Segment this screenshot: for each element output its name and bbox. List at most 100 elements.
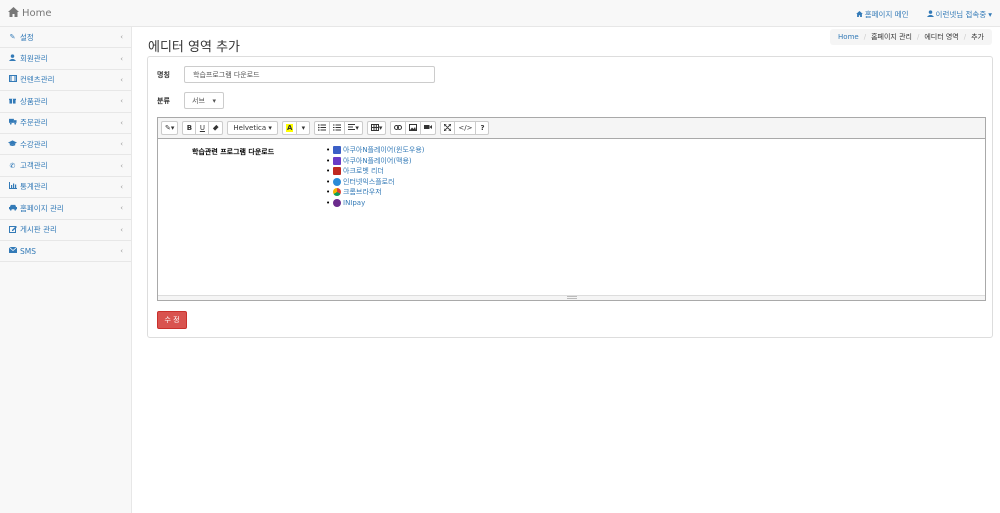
breadcrumb-home[interactable]: Home [838,33,859,41]
content-title: 학습관련 프로그램 다운로드 [192,148,275,156]
brand-label: Home [22,8,52,19]
editor-resize-bar[interactable] [158,295,985,300]
font-family-dropdown[interactable]: Helvetica ▾ [227,121,278,135]
resize-grip-icon[interactable] [567,296,577,299]
fullscreen-button[interactable] [440,121,456,135]
sidebar-item-contents[interactable]: 컨텐츠관리 ‹ [0,70,131,92]
sidebar-item-label: 컨텐츠관리 [20,75,55,85]
bold-button[interactable]: B [182,121,197,135]
sidebar-item-settings[interactable]: ✎ 설정 ‹ [0,27,131,49]
code-icon: </> [458,124,473,132]
caret-down-icon: ▾ [378,124,383,132]
sidebar-item-label: 게시판 관리 [20,225,57,235]
top-navbar: Home 홈페이지 메인 이런넷님 접속중 ▾ [0,0,1000,27]
internet-explorer-icon [333,177,341,186]
image-button[interactable] [405,121,422,135]
download-item-ie[interactable]: • 인터넷익스플로러 [326,177,425,188]
homepage-main-link[interactable]: 홈페이지 메인 [855,9,909,20]
home-icon [8,7,19,20]
chevron-left-icon: ‹ [120,54,123,63]
chevron-left-icon: ‹ [120,161,123,170]
help-label: ? [480,124,485,132]
sidebar-item-courses[interactable]: 수강관리 ‹ [0,134,131,156]
phone-icon: ✆ [9,161,16,170]
download-item-chrome[interactable]: • 크롬브라우저 [326,187,425,198]
unordered-list-button[interactable] [314,121,331,135]
download-item-inipay[interactable]: • INIpay [326,198,425,209]
sidebar-item-members[interactable]: 회원관리 ‹ [0,48,131,70]
category-selected-value: 서브 [192,96,205,105]
sidebar-item-label: 홈페이지 관리 [20,203,64,213]
sidebar-item-label: 고객관리 [20,161,48,171]
editor-content-area[interactable]: 학습관련 프로그램 다운로드 • 아쿠아N플레이어(윈도우용) • 아쿠아N플레… [158,139,985,296]
caret-down-icon: ▾ [268,124,272,132]
table-dropdown[interactable]: ▾ [366,121,387,135]
chevron-left-icon: ‹ [120,247,123,256]
acrobat-icon [333,167,341,176]
download-item-aqua-windows[interactable]: • 아쿠아N플레이어(윈도우용) [326,145,425,156]
style-button[interactable]: ✎ ▾ [161,121,179,135]
download-label: 인터넷익스플로러 [343,177,395,186]
ordered-list-button[interactable] [329,121,346,135]
font-color-label: A [285,124,294,132]
category-label: 분류 [157,97,170,105]
homepage-main-label: 홈페이지 메인 [864,10,909,19]
gift-icon [8,97,17,106]
sidebar-item-label: 설정 [20,32,34,42]
font-family-label: Helvetica [233,124,267,132]
ordered-list-icon [333,124,342,133]
brand-link[interactable]: Home [8,7,52,20]
truck-icon [8,118,17,127]
sidebar-item-products[interactable]: 상품관리 ‹ [0,91,131,113]
sidebar-item-orders[interactable]: 주문관리 ‹ [0,113,131,134]
sidebar-item-label: 회원관리 [20,54,48,64]
user-label: 이런넷님 접속중 [935,10,987,19]
sidebar-item-label: SMS [20,246,36,256]
chevron-left-icon: ‹ [120,97,123,106]
eraser-button[interactable] [208,121,224,135]
sidebar-item-label: 상품관리 [20,96,48,106]
graduation-cap-icon [8,139,17,149]
help-button[interactable]: ? [475,121,490,135]
download-item-aqua-mac[interactable]: • 아쿠아N플레이어(맥용) [326,156,425,167]
envelope-icon [8,246,17,255]
sidebar-item-homepage[interactable]: 홈페이지 관리 ‹ [0,198,131,220]
rich-text-editor: ✎ ▾ B U Helvetica ▾ A ▾ ▾ ▾ </> ? 학습관련 프… [157,117,986,301]
page-title: 에디터 영역 추가 [148,40,240,55]
underline-button[interactable]: U [195,121,210,135]
download-label: 크롬브라우저 [343,188,382,197]
breadcrumb-separator: / [963,33,967,41]
sidebar-item-statistics[interactable]: 통계관리 ‹ [0,177,131,199]
unordered-list-icon [318,123,327,133]
breadcrumb-level2: 에디터 영역 [924,33,959,41]
sidebar-item-customers[interactable]: ✆ 고객관리 ‹ [0,155,131,177]
link-icon [394,124,403,132]
font-color-dropdown[interactable]: ▾ [296,121,311,135]
font-color-button[interactable]: A [281,121,298,135]
wrench-icon: ✎ [9,33,16,42]
name-input[interactable]: 학습프로그램 다운로드 [184,66,435,83]
download-label: 아쿠아N플레이어(맥용) [343,156,412,165]
caret-down-icon: ▾ [301,124,306,132]
edit-icon [8,225,17,235]
align-left-icon [348,124,356,132]
save-button[interactable]: 수 정 [157,311,187,329]
caret-down-icon: ▾ [212,96,216,105]
video-icon [424,124,433,132]
chevron-left-icon: ‹ [120,182,123,191]
paragraph-align-dropdown[interactable]: ▾ [344,121,363,135]
user-menu-dropdown[interactable]: 이런넷님 접속중 ▾ [926,9,992,20]
bullet: • [326,167,331,176]
link-button[interactable] [390,121,407,135]
breadcrumb-level1: 홈페이지 관리 [871,33,912,41]
sidebar-item-board[interactable]: 게시판 관리 ‹ [0,220,131,241]
download-item-acrobat[interactable]: • 아크로벳 리더 [326,166,425,177]
image-icon [409,123,418,133]
download-label: 아크로벳 리더 [343,167,384,176]
editor-toolbar: ✎ ▾ B U Helvetica ▾ A ▾ ▾ ▾ </> ? [158,118,985,139]
category-select[interactable]: 서브 ▾ [184,92,224,109]
codeview-button[interactable]: </> [454,121,477,135]
sidebar-item-sms[interactable]: SMS ‹ [0,241,131,263]
video-button[interactable] [420,121,437,135]
bar-chart-icon [8,182,17,191]
